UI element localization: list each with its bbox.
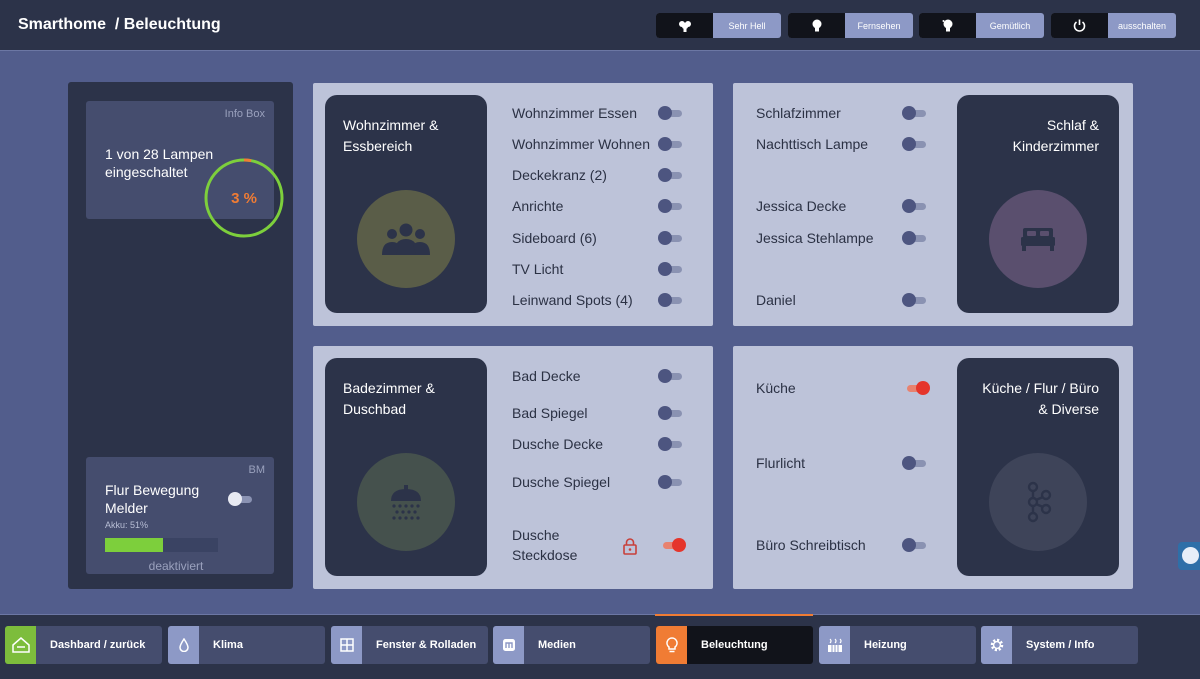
lamp-toggle[interactable] — [658, 231, 682, 245]
lamp-label: Büro Schreibtisch — [756, 537, 866, 553]
drop-icon — [168, 626, 199, 664]
dim-bulb-icon — [919, 13, 976, 38]
lamp-toggle[interactable] — [661, 538, 686, 552]
page-title: Smarthome / Beleuchtung — [18, 16, 221, 33]
scene-label: Sehr Hell — [728, 20, 766, 31]
scene-gemuetlich-button[interactable]: Gemütlich — [919, 13, 1044, 38]
lamp-toggle[interactable] — [902, 137, 926, 151]
lamp-toggle[interactable] — [658, 437, 682, 451]
lamp-toggle[interactable] — [658, 199, 682, 213]
lamp-toggle[interactable] — [902, 106, 926, 120]
motion-sensor-toggle[interactable] — [228, 492, 252, 506]
lamp-label: Wohnzimmer Wohnen — [512, 136, 650, 152]
media-icon — [493, 626, 524, 664]
lamp-label: Jessica Stehlampe — [756, 230, 874, 246]
lamp-label: Jessica Decke — [756, 198, 847, 214]
scene-label: Gemütlich — [989, 20, 1031, 31]
gear-icon — [981, 626, 1012, 664]
lamp-label: Leinwand Spots (4) — [512, 292, 633, 308]
lamp-label: Küche — [756, 380, 796, 396]
scene-sehr-hell-button[interactable]: Sehr Hell — [656, 13, 781, 38]
lamp-toggle[interactable] — [658, 293, 682, 307]
bed-icon — [989, 190, 1087, 288]
room-card-kueche[interactable]: Küche / Flur / Büro & Diverse — [957, 358, 1119, 576]
nav-fenster-button[interactable]: Fenster & Rolladen — [331, 626, 488, 664]
lamp-toggle[interactable] — [902, 199, 926, 213]
lamp-label: Wohnzimmer Essen — [512, 105, 638, 121]
lamp-toggle[interactable] — [658, 106, 682, 120]
group-icon — [357, 190, 455, 288]
room-name: Küche / Flur / Büro & Diverse — [982, 380, 1099, 417]
lamp-toggle[interactable] — [658, 262, 682, 276]
motion-box-label: BM — [248, 464, 266, 476]
lamp-percent-value: 3 % — [231, 189, 257, 207]
battery-text: Akku: 51% — [105, 520, 149, 530]
lamp-label: Sideboard (6) — [512, 230, 597, 246]
bulb-icon — [788, 13, 845, 38]
lamp-toggle[interactable] — [902, 456, 926, 470]
motion-sensor-title: Flur Bewegung Melder — [105, 482, 200, 516]
lamp-label: Deckekranz (2) — [512, 167, 607, 183]
nav-label: Heizung — [864, 639, 907, 651]
home-icon — [5, 626, 36, 664]
lamp-toggle[interactable] — [658, 406, 682, 420]
room-name: Schlaf & Kinderzimmer — [1012, 117, 1099, 154]
scene-label: ausschalten — [1117, 20, 1167, 31]
lamp-label: Schlafzimmer — [756, 105, 841, 121]
lamp-label: Bad Spiegel — [512, 405, 588, 421]
nav-medien-button[interactable]: Medien — [493, 626, 650, 664]
nav-label: Klima — [213, 639, 243, 651]
hub-icon — [989, 453, 1087, 551]
nav-dashboard-button[interactable]: Dashbard / zurück — [5, 626, 162, 664]
lamp-label: Dusche Decke — [512, 436, 604, 452]
lightbulb-icon — [656, 626, 687, 664]
scene-ausschalten-button[interactable]: ausschalten — [1051, 13, 1176, 38]
lamp-toggle[interactable] — [658, 168, 682, 182]
lamp-label: Dusche Steckdose — [512, 527, 578, 563]
lamp-toggle[interactable] — [905, 381, 930, 395]
nav-heizung-button[interactable]: Heizung — [819, 626, 976, 664]
lamp-toggle[interactable] — [902, 293, 926, 307]
bulbs-icon — [656, 13, 713, 38]
shower-icon — [357, 453, 455, 551]
nav-label: System / Info — [1026, 639, 1095, 651]
nav-label: Beleuchtung — [701, 639, 768, 651]
scene-fernsehen-button[interactable]: Fernsehen — [788, 13, 913, 38]
lamp-label: Bad Decke — [512, 368, 581, 384]
lamp-label: Flurlicht — [756, 455, 806, 471]
motion-sensor-box: BM Flur Bewegung Melder Akku: 51% deakti… — [86, 457, 274, 574]
heating-icon — [819, 626, 850, 664]
lamp-label: TV Licht — [512, 261, 564, 277]
room-card-wohnzimmer[interactable]: Wohnzimmer & Essbereich — [325, 95, 487, 313]
room-name: Wohnzimmer & Essbereich — [343, 117, 439, 154]
active-indicator — [655, 614, 813, 616]
nav-label: Fenster & Rolladen — [376, 639, 477, 651]
nav-beleuchtung-button[interactable]: Beleuchtung — [656, 626, 813, 664]
nav-system-button[interactable]: System / Info — [981, 626, 1138, 664]
room-card-badezimmer[interactable]: Badezimmer & Duschbad — [325, 358, 487, 576]
lamp-label: Anrichte — [512, 198, 564, 214]
window-icon — [331, 626, 362, 664]
scene-label: Fernsehen — [857, 20, 901, 31]
lamp-toggle[interactable] — [902, 231, 926, 245]
lock-icon — [623, 538, 637, 555]
room-card-schlafzimmer[interactable]: Schlaf & Kinderzimmer — [957, 95, 1119, 313]
nav-label: Medien — [538, 639, 576, 651]
nav-label: Dashbard / zurück — [50, 639, 146, 651]
lamp-label: Nachttisch Lampe — [756, 136, 869, 152]
lamp-label: Daniel — [756, 292, 796, 308]
lamp-toggle[interactable] — [902, 538, 926, 552]
lamp-toggle[interactable] — [658, 475, 682, 489]
motion-status: deaktiviert — [148, 559, 204, 573]
battery-bar — [105, 538, 218, 552]
nav-klima-button[interactable]: Klima — [168, 626, 325, 664]
lamp-toggle[interactable] — [658, 369, 682, 383]
lamp-label: Dusche Spiegel — [512, 474, 611, 490]
teamviewer-tab[interactable] — [1178, 542, 1200, 570]
info-box-label: Info Box — [224, 108, 265, 120]
lamp-toggle[interactable] — [658, 137, 682, 151]
power-icon — [1051, 13, 1108, 38]
room-name: Badezimmer & Duschbad — [343, 380, 435, 417]
